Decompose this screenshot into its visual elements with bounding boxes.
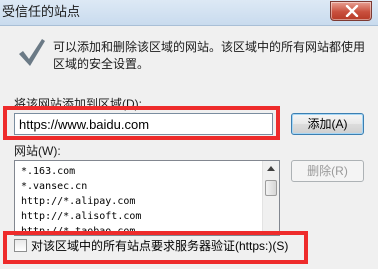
add-site-label: 将该网站添加到区域(D): — [14, 97, 142, 111]
remove-button[interactable]: 删除(R) — [291, 160, 364, 182]
list-scrollbar[interactable] — [262, 161, 279, 235]
close-icon — [345, 5, 359, 17]
sites-label: 网站(W): — [14, 144, 61, 158]
add-button[interactable]: 添加(A) — [291, 113, 364, 135]
scroll-up-arrow-icon[interactable] — [267, 166, 275, 171]
window-title: 受信任的站点 — [2, 4, 81, 19]
https-checkbox[interactable] — [14, 239, 27, 252]
https-checkbox-label[interactable]: 对该区域中的所有站点要求服务器验证(https:)(S) — [31, 238, 288, 254]
list-item[interactable]: http://*.taobao.com — [21, 224, 135, 235]
https-requirement-option[interactable]: 对该区域中的所有站点要求服务器验证(https:)(S) — [14, 238, 306, 254]
site-list[interactable]: *.163.com *.vansec.cn http://*.alipay.co… — [14, 160, 280, 236]
list-item[interactable]: http://*.alisoft.com — [21, 209, 141, 224]
list-item[interactable]: *.163.com — [21, 164, 75, 179]
trusted-sites-dialog: 受信任的站点 可以添加和删除该区域的网站。该区域中的所有网站都使用区域的安全设置… — [0, 0, 378, 269]
list-item[interactable]: *.vansec.cn — [21, 179, 87, 194]
list-item[interactable]: http://*.alipay.com — [21, 194, 135, 209]
close-button[interactable] — [330, 1, 372, 21]
url-input[interactable] — [14, 113, 273, 135]
scroll-thumb[interactable] — [265, 180, 277, 196]
info-text: 可以添加和删除该区域的网站。该区域中的所有网站都使用区域的安全设置。 — [53, 40, 366, 71]
checkmark-icon — [19, 39, 45, 66]
title-bar[interactable]: 受信任的站点 — [0, 0, 378, 26]
